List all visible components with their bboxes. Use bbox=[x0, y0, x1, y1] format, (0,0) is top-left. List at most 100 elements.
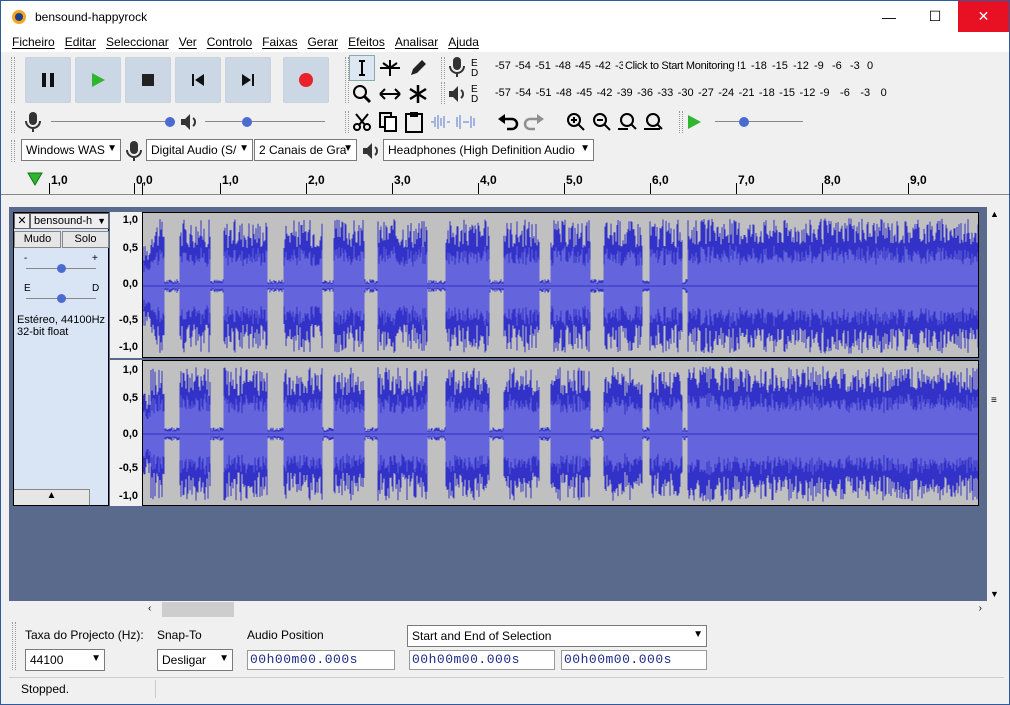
recording-channels-value: 2 Canais de Gra bbox=[259, 143, 347, 157]
multi-tool-button[interactable] bbox=[405, 81, 431, 107]
play-speed-thumb[interactable] bbox=[739, 117, 749, 127]
scroll-left-icon[interactable]: ‹ bbox=[148, 603, 151, 614]
play-meter-scale[interactable]: -57 -54 -51 -48 -45 -42 -39 -36 -33 -30 -27 -24 -21-… bbox=[495, 87, 891, 99]
project-rate-select[interactable]: 44100 ▼ bbox=[25, 649, 105, 671]
play-at-speed-button[interactable] bbox=[681, 109, 707, 135]
mute-button[interactable]: Mudo bbox=[14, 231, 61, 248]
trim-button[interactable] bbox=[427, 109, 453, 135]
selection-end-field[interactable]: 00h00m00.000s bbox=[561, 650, 707, 670]
gain-plus-label: + bbox=[92, 253, 98, 264]
toolbar-grip[interactable] bbox=[11, 111, 15, 133]
meter-tick: -15 bbox=[779, 87, 796, 99]
snap-to-label: Snap-To bbox=[157, 628, 202, 642]
pause-button[interactable] bbox=[25, 57, 71, 103]
record-volume-thumb[interactable] bbox=[165, 117, 175, 127]
toolbar-grip[interactable] bbox=[12, 622, 16, 670]
title-bar[interactable]: bensound-happyrock — ☐ ✕ bbox=[1, 1, 1009, 32]
scroll-down-icon[interactable]: ▼ bbox=[990, 589, 999, 599]
menu-ajuda[interactable]: Ajuda bbox=[443, 35, 484, 49]
copy-button[interactable] bbox=[375, 109, 401, 135]
audio-position-field[interactable]: 00h00m00.000s bbox=[247, 650, 395, 670]
audacity-window: bensound-happyrock — ☐ ✕ Ficheiro Editar… bbox=[0, 0, 1010, 705]
play-meter-label-d: D bbox=[471, 94, 479, 105]
play-volume-slider[interactable] bbox=[205, 121, 325, 122]
playback-device-select[interactable]: Headphones (High Definition Audio ▼ bbox=[383, 139, 594, 161]
tools-toolbar bbox=[343, 54, 437, 106]
play-button[interactable] bbox=[75, 57, 121, 103]
menu-efeitos[interactable]: Efeitos bbox=[343, 35, 390, 49]
menu-ver[interactable]: Ver bbox=[174, 35, 202, 49]
selection-tool-button[interactable] bbox=[349, 55, 375, 81]
record-volume-slider[interactable] bbox=[51, 121, 175, 122]
menu-editar[interactable]: Editar bbox=[60, 35, 101, 49]
menu-analisar[interactable]: Analisar bbox=[390, 35, 443, 49]
fit-selection-button[interactable] bbox=[615, 109, 641, 135]
play-volume-thumb[interactable] bbox=[242, 117, 252, 127]
record-meter-scale[interactable]: -57 -54 -51 -48 -45 -42 -3 Click to Star… bbox=[495, 60, 877, 72]
fit-project-button[interactable] bbox=[641, 109, 667, 135]
snap-to-select[interactable]: Desligar ▼ bbox=[157, 649, 233, 671]
recording-channels-select[interactable]: 2 Canais de Gra ▼ bbox=[254, 139, 357, 161]
ruler-tick bbox=[134, 183, 135, 194]
menu-controlo[interactable]: Controlo bbox=[202, 35, 257, 49]
selection-mode-select[interactable]: Start and End of Selection ▼ bbox=[407, 625, 707, 647]
solo-button[interactable]: Solo bbox=[62, 231, 109, 248]
zoom-in-button[interactable] bbox=[563, 109, 589, 135]
toolbar-grip[interactable] bbox=[441, 82, 445, 104]
collapse-track-button[interactable]: ▲ bbox=[14, 489, 90, 505]
close-button[interactable]: ✕ bbox=[958, 1, 1009, 32]
scale-label: -0,5 bbox=[119, 314, 138, 326]
pause-icon bbox=[42, 73, 54, 87]
waveform-right-channel[interactable] bbox=[142, 360, 979, 506]
timeline-ruler[interactable]: 1,0 0,0 1,0 2,0 3,0 4,0 5,0 6,0 7,0 8,0 9,0 bbox=[1, 165, 1009, 195]
zoom-tool-button[interactable] bbox=[349, 81, 375, 107]
redo-button[interactable] bbox=[521, 109, 547, 135]
menu-seleccionar[interactable]: Seleccionar bbox=[101, 35, 174, 49]
recording-device-select[interactable]: Digital Audio (S/▼ bbox=[146, 139, 253, 161]
scroll-thumb[interactable] bbox=[162, 602, 234, 617]
maximize-button[interactable]: ☐ bbox=[912, 1, 958, 32]
track-format-label: Estéreo, 44100Hz bbox=[17, 314, 106, 326]
menu-faixas[interactable]: Faixas bbox=[257, 35, 302, 49]
audio-host-select[interactable]: Windows WAS ▼ bbox=[21, 139, 121, 161]
chevron-down-icon: ▼ bbox=[107, 143, 117, 154]
play-speed-slider[interactable] bbox=[715, 121, 803, 122]
meter-tick: -36 bbox=[637, 87, 653, 99]
ruler-tick bbox=[564, 183, 565, 194]
timeshift-tool-button[interactable] bbox=[377, 81, 403, 107]
track-name-menu[interactable]: bensound-h ▼ bbox=[30, 213, 109, 229]
draw-tool-button[interactable] bbox=[405, 55, 431, 81]
skip-end-button[interactable] bbox=[225, 57, 271, 103]
scale-label: -0,5 bbox=[119, 462, 138, 474]
record-button[interactable] bbox=[283, 57, 329, 103]
scale-label: -1,0 bbox=[119, 490, 138, 502]
selection-start-field[interactable]: 00h00m00.000s bbox=[409, 650, 555, 670]
scroll-up-icon[interactable]: ▲ bbox=[990, 209, 999, 219]
timeline-play-triangle-icon[interactable] bbox=[27, 171, 43, 187]
silence-button[interactable] bbox=[453, 109, 479, 135]
toolbar-grip[interactable] bbox=[11, 57, 15, 103]
play-at-speed-toolbar bbox=[677, 108, 889, 136]
scroll-right-icon[interactable]: › bbox=[979, 603, 982, 614]
audio-position-label: Audio Position bbox=[247, 628, 324, 642]
start-monitoring-label[interactable]: Click to Start Monitoring bbox=[625, 60, 737, 72]
menu-ficheiro[interactable]: Ficheiro bbox=[7, 35, 60, 49]
close-track-button[interactable]: ✕ bbox=[14, 213, 30, 229]
skip-start-button[interactable] bbox=[175, 57, 221, 103]
gain-slider-thumb[interactable] bbox=[57, 264, 66, 273]
menu-gerar[interactable]: Gerar bbox=[302, 35, 343, 49]
toolbar-grip[interactable] bbox=[11, 140, 15, 162]
paste-button[interactable] bbox=[401, 109, 427, 135]
undo-button[interactable] bbox=[495, 109, 521, 135]
pan-slider-thumb[interactable] bbox=[57, 294, 66, 303]
envelope-tool-button[interactable] bbox=[377, 55, 403, 81]
meter-tick: -9 bbox=[814, 60, 824, 72]
stop-button[interactable] bbox=[125, 57, 171, 103]
toolbar-grip[interactable] bbox=[441, 57, 445, 79]
zoom-out-button[interactable] bbox=[589, 109, 615, 135]
horizontal-scrollbar[interactable]: ‹ › bbox=[146, 601, 986, 618]
vertical-scrollbar[interactable]: ▲ ≡ ▼ bbox=[987, 207, 1004, 601]
waveform-left-channel[interactable] bbox=[142, 212, 979, 358]
cut-button[interactable] bbox=[349, 109, 375, 135]
minimize-button[interactable]: — bbox=[866, 1, 912, 32]
